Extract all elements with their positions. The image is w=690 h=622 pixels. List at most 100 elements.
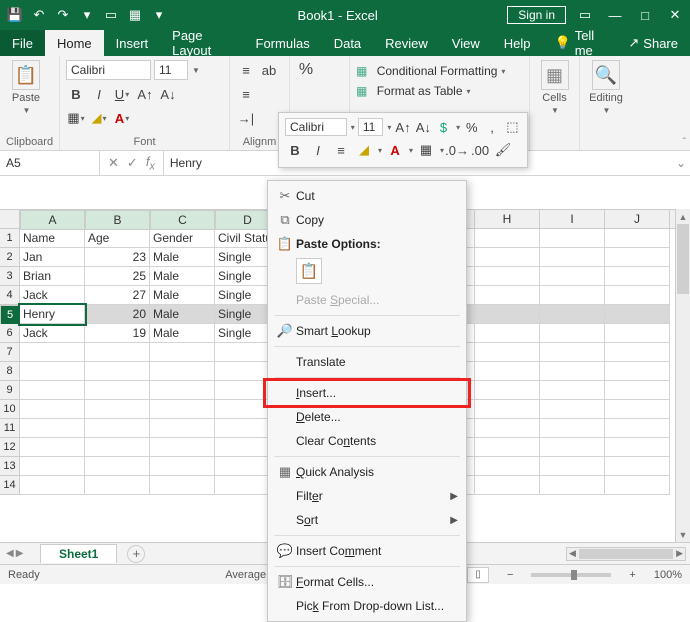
add-sheet-button[interactable]: + — [127, 545, 145, 563]
ctx-insert[interactable]: Insert... — [268, 381, 466, 405]
row-header[interactable]: 5 — [0, 305, 20, 325]
cell[interactable]: 19 — [85, 324, 150, 343]
tab-home[interactable]: Home — [45, 30, 104, 56]
scroll-down-icon[interactable]: ▼ — [676, 527, 690, 542]
cell[interactable] — [85, 381, 150, 400]
mini-fill-icon[interactable]: ◢ — [354, 140, 374, 160]
tell-me[interactable]: 💡Tell me — [543, 30, 617, 56]
row-header[interactable]: 4 — [0, 286, 20, 305]
decrease-font-icon[interactable]: A↓ — [158, 84, 178, 104]
mini-bold-icon[interactable]: B — [285, 140, 305, 160]
zoom-level[interactable]: 100% — [654, 569, 682, 581]
cell[interactable] — [540, 286, 605, 305]
indent-icon[interactable]: →| — [236, 108, 256, 128]
fx-enter-icon[interactable]: ✓ — [127, 155, 138, 171]
cell[interactable]: Male — [150, 248, 215, 267]
cell[interactable]: 25 — [85, 267, 150, 286]
qat-more-icon[interactable]: ▾ — [78, 6, 96, 24]
cell[interactable] — [475, 381, 540, 400]
mini-format-painter-icon[interactable]: 🖌 — [493, 140, 513, 160]
mini-dec-decimal-icon[interactable]: .00 — [470, 140, 490, 160]
cell[interactable] — [20, 381, 85, 400]
row-header[interactable]: 6 — [0, 324, 20, 343]
cell[interactable] — [20, 400, 85, 419]
cell[interactable] — [605, 476, 670, 495]
row-header[interactable]: 2 — [0, 248, 20, 267]
cell[interactable] — [475, 343, 540, 362]
maximize-icon[interactable]: □ — [636, 6, 654, 24]
cell[interactable] — [475, 286, 540, 305]
prev-sheet-icon[interactable]: ◀ — [6, 548, 14, 559]
cell[interactable] — [475, 400, 540, 419]
cell[interactable] — [605, 362, 670, 381]
col-head-b[interactable]: B — [85, 210, 150, 230]
cell[interactable]: Male — [150, 286, 215, 305]
cell[interactable]: Jan — [20, 248, 85, 267]
ctx-filter[interactable]: Filter▶ — [268, 484, 466, 508]
cell[interactable] — [605, 229, 670, 248]
col-head-j[interactable]: J — [605, 210, 670, 228]
mini-currency-icon[interactable]: $ — [435, 117, 452, 137]
cell[interactable] — [150, 381, 215, 400]
cell[interactable] — [605, 381, 670, 400]
cell[interactable] — [540, 267, 605, 286]
cell[interactable] — [540, 400, 605, 419]
zoom-slider[interactable] — [531, 573, 611, 577]
tab-page-layout[interactable]: Page Layout — [160, 30, 243, 56]
cell[interactable] — [85, 476, 150, 495]
percent-icon[interactable]: % — [296, 60, 316, 80]
row-header[interactable]: 12 — [0, 438, 20, 457]
mini-border-icon[interactable]: ▦ — [416, 140, 436, 160]
close-icon[interactable]: ✕ — [666, 6, 684, 24]
page-break-view-icon[interactable]: ▯ — [467, 567, 489, 583]
cell[interactable]: Henry — [20, 305, 85, 324]
cell[interactable]: Gender — [150, 229, 215, 248]
cell[interactable] — [85, 419, 150, 438]
cell[interactable]: 23 — [85, 248, 150, 267]
cell[interactable]: Male — [150, 305, 215, 324]
vertical-scrollbar[interactable]: ▲ ▼ — [675, 209, 690, 542]
mini-merge-icon[interactable]: ⬚ — [504, 117, 521, 137]
zoom-out-icon[interactable]: − — [507, 569, 513, 581]
cell[interactable] — [540, 438, 605, 457]
cell[interactable] — [540, 362, 605, 381]
format-as-table-button[interactable]: ▦ Format as Table▾ — [356, 84, 471, 98]
fill-color-icon[interactable]: ◢▾ — [89, 108, 109, 128]
cell[interactable] — [150, 362, 215, 381]
zoom-in-icon[interactable]: + — [629, 569, 635, 581]
cell[interactable] — [540, 324, 605, 343]
paste-button[interactable]: 📋 Paste ▼ — [6, 60, 46, 115]
cell[interactable] — [540, 248, 605, 267]
cell[interactable] — [150, 400, 215, 419]
cell[interactable] — [540, 229, 605, 248]
tab-data[interactable]: Data — [322, 30, 373, 56]
ctx-cut[interactable]: ✂Cut — [268, 184, 466, 208]
cell[interactable] — [475, 419, 540, 438]
cell[interactable] — [540, 305, 605, 324]
row-header[interactable]: 3 — [0, 267, 20, 286]
tab-help[interactable]: Help — [492, 30, 543, 56]
fx-icon[interactable]: fx — [146, 154, 155, 173]
cell[interactable] — [605, 286, 670, 305]
cell[interactable] — [475, 229, 540, 248]
name-box[interactable]: A5 — [0, 151, 100, 175]
sheet-tab[interactable]: Sheet1 — [40, 544, 117, 563]
cell[interactable] — [85, 438, 150, 457]
cell[interactable] — [605, 324, 670, 343]
cell[interactable] — [605, 248, 670, 267]
cell[interactable] — [475, 267, 540, 286]
cell[interactable] — [605, 419, 670, 438]
ribbon-options-icon[interactable]: ▭ — [576, 6, 594, 24]
conditional-formatting-button[interactable]: ▦ Conditional Formatting▾ — [356, 64, 505, 78]
cell[interactable] — [475, 476, 540, 495]
align-top-icon[interactable]: ≡ — [236, 60, 256, 80]
cell[interactable]: 27 — [85, 286, 150, 305]
touch-icon[interactable]: ▭ — [102, 6, 120, 24]
ctx-translate[interactable]: Translate — [268, 350, 466, 374]
share-button[interactable]: ↗Share — [616, 30, 690, 56]
cell[interactable] — [85, 362, 150, 381]
cell[interactable] — [85, 400, 150, 419]
scroll-up-icon[interactable]: ▲ — [676, 209, 690, 224]
qat-grid-icon[interactable]: ▦ — [126, 6, 144, 24]
cell[interactable]: Male — [150, 267, 215, 286]
